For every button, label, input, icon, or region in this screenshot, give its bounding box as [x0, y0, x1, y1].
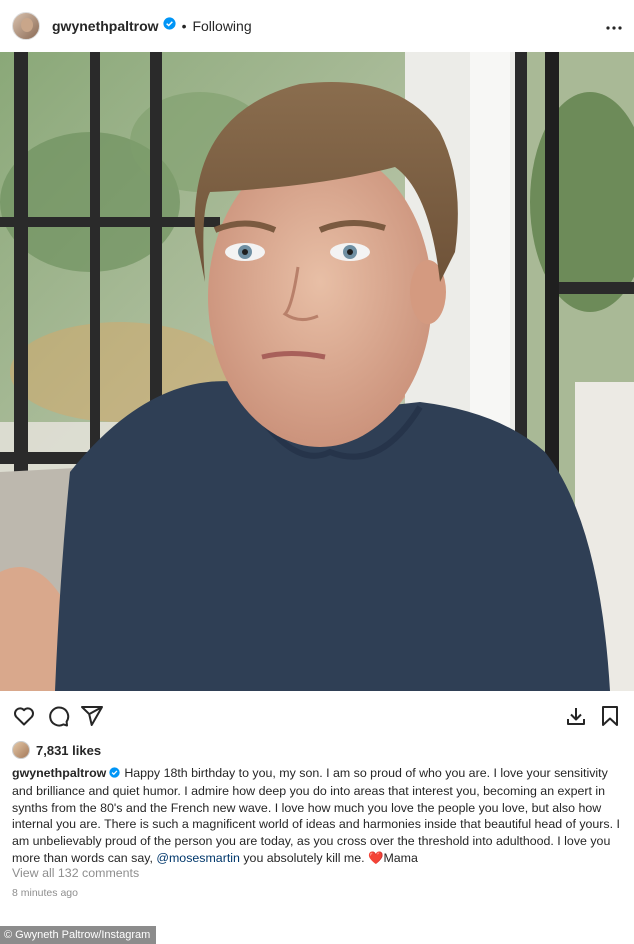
photo-credit: © Gwyneth Paltrow/Instagram: [0, 926, 157, 944]
post-photo[interactable]: [0, 52, 634, 691]
likes-count[interactable]: 7,831 likes: [36, 743, 101, 758]
caption-username[interactable]: gwynethpaltrow: [12, 766, 106, 780]
verified-badge-icon: [162, 17, 176, 35]
profile-avatar[interactable]: [12, 12, 40, 40]
post-actions: [0, 698, 634, 734]
download-icon[interactable]: [564, 704, 588, 728]
more-horizontal-icon[interactable]: [606, 14, 622, 34]
caption-text-after: you absolutely kill me.: [243, 850, 365, 865]
following-button[interactable]: Following: [192, 18, 251, 34]
send-icon[interactable]: [80, 704, 104, 728]
liker-avatar[interactable]: [12, 741, 30, 759]
caption-signoff: Mama: [383, 850, 418, 865]
view-all-comments-link[interactable]: View all 132 comments: [12, 866, 139, 880]
heart-icon[interactable]: [12, 704, 36, 728]
red-heart-icon: ❤️: [368, 850, 384, 865]
bookmark-icon[interactable]: [598, 704, 622, 728]
header-separator: •: [181, 18, 187, 34]
likes-row: 7,831 likes: [12, 740, 101, 760]
post-timestamp: 8 minutes ago: [12, 887, 78, 899]
post-header: gwynethpaltrow • Following: [0, 0, 634, 52]
comment-icon[interactable]: [46, 704, 70, 728]
header-username[interactable]: gwynethpaltrow: [52, 18, 159, 34]
caption-mention[interactable]: @mosesmartin: [156, 851, 240, 865]
post-caption: gwynethpaltrow Happy 18th birthday to you…: [12, 765, 624, 867]
verified-badge-icon: [109, 766, 120, 783]
